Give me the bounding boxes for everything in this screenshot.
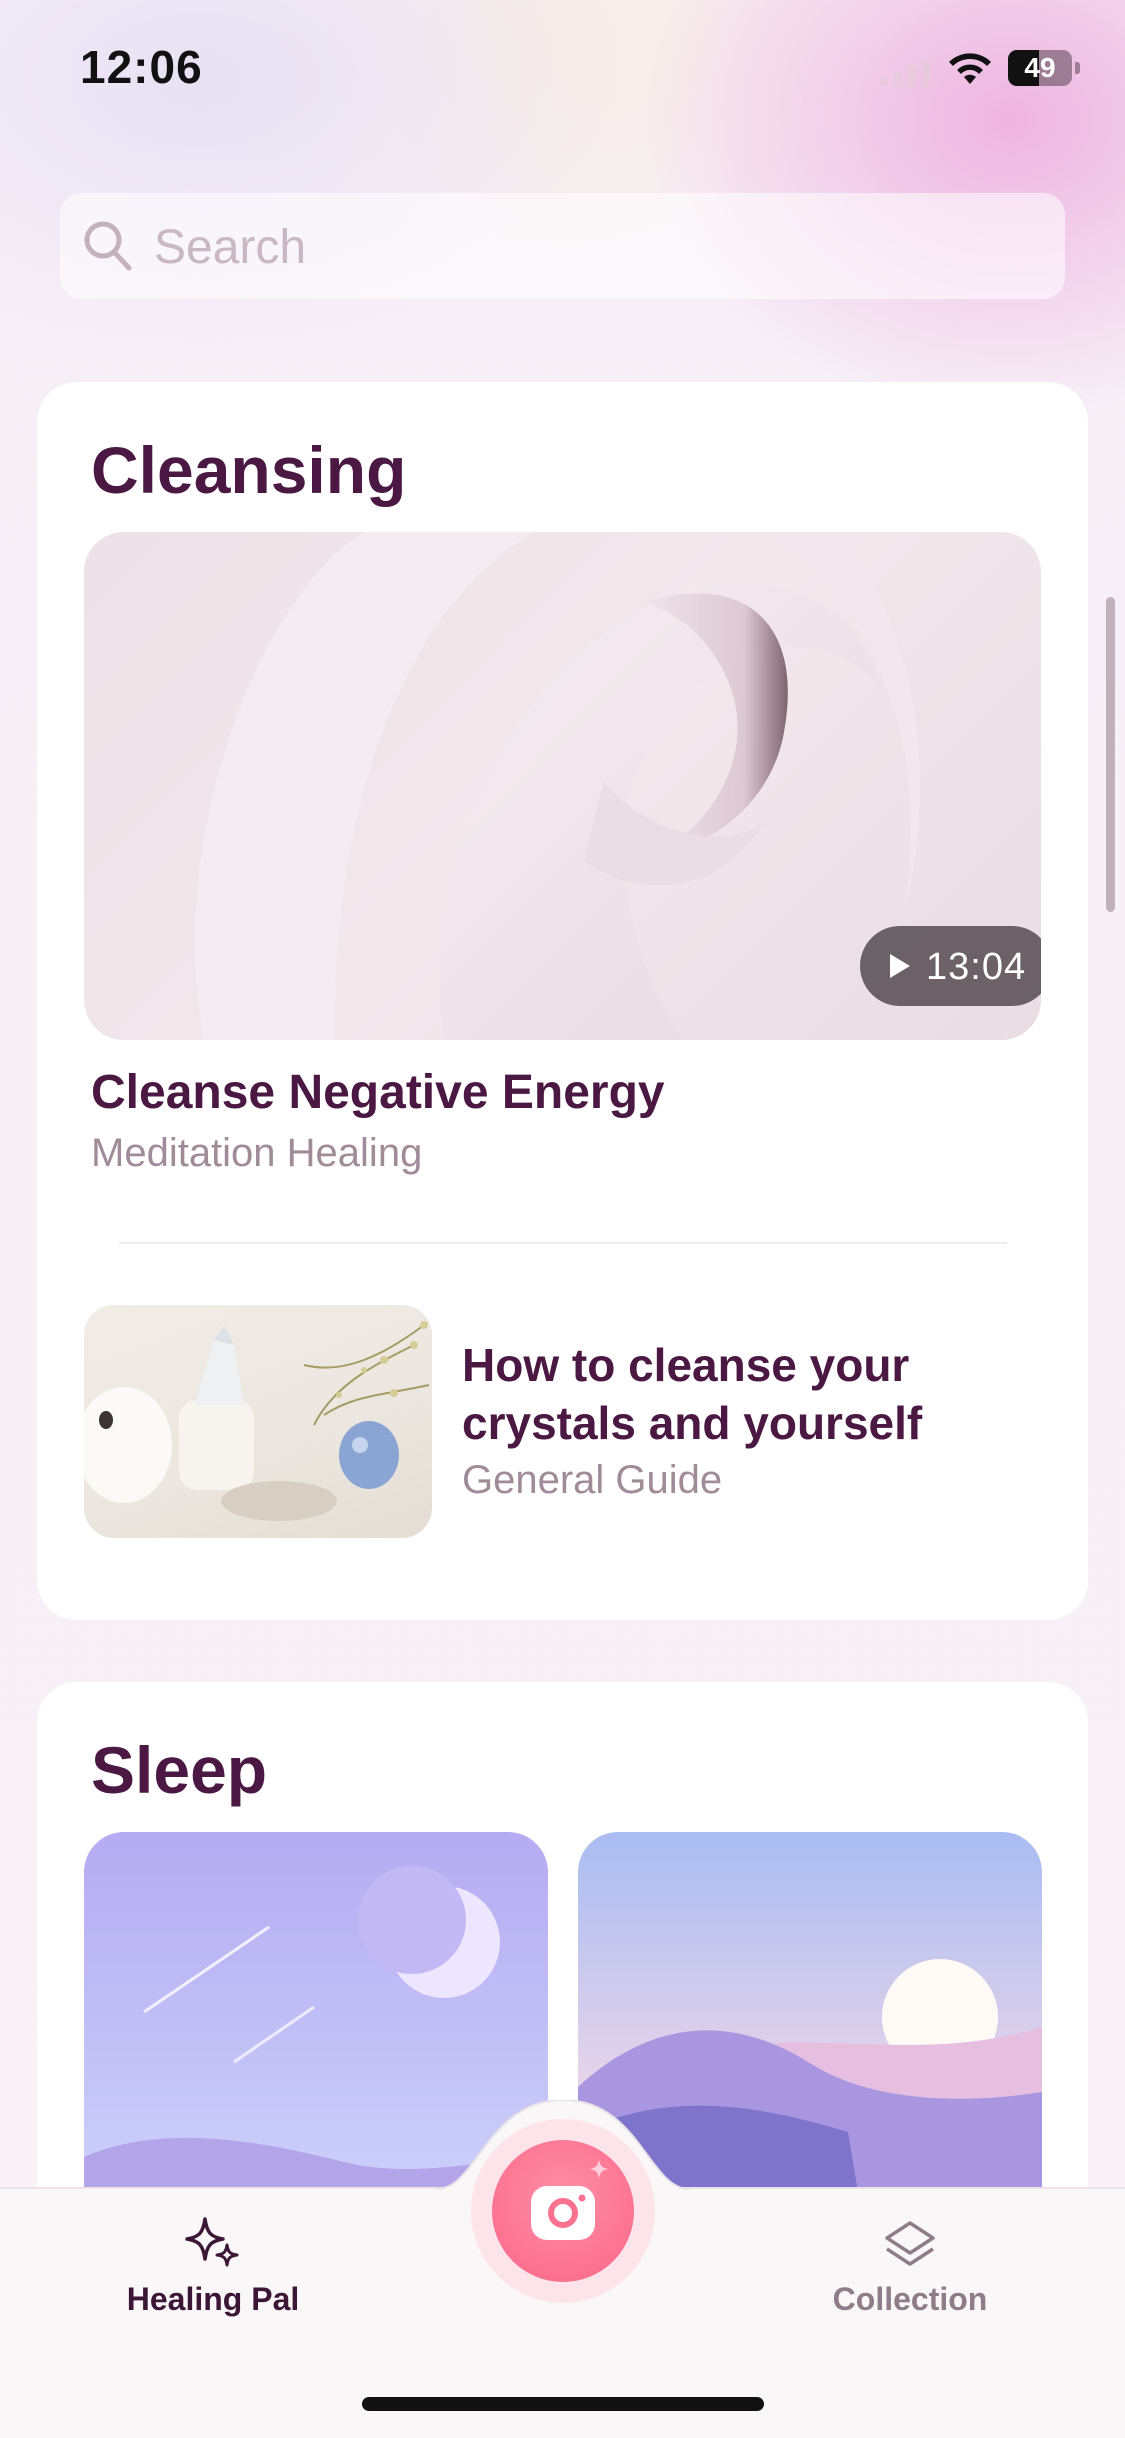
divider bbox=[119, 1242, 1007, 1244]
play-icon bbox=[890, 954, 910, 978]
featured-title[interactable]: Cleanse Negative Energy bbox=[91, 1065, 665, 1120]
guide-title-line-2: crystals and yourself bbox=[462, 1397, 923, 1449]
featured-subtitle: Meditation Healing bbox=[91, 1131, 423, 1175]
guide-thumbnail[interactable] bbox=[84, 1305, 432, 1538]
search-input[interactable] bbox=[152, 211, 1036, 283]
scrollbar[interactable] bbox=[1106, 597, 1115, 912]
battery-level: 49 bbox=[1024, 52, 1056, 83]
section-title: Sleep bbox=[91, 1733, 268, 1807]
guide-subtitle: General Guide bbox=[462, 1458, 723, 1502]
featured-thumbnail[interactable]: 13:04 bbox=[84, 532, 1041, 1040]
guide-title-line-1: How to cleanse your bbox=[462, 1339, 910, 1391]
status-time: 12:06 bbox=[80, 41, 203, 93]
cellular-signal-icon bbox=[880, 60, 930, 86]
tab-label-healing-pal: Healing Pal bbox=[126, 2281, 300, 2317]
layers-icon bbox=[885, 2221, 935, 2266]
search-icon bbox=[84, 221, 132, 271]
duration-badge: 13:04 bbox=[860, 926, 1041, 1006]
sparkles-icon bbox=[185, 2217, 239, 2267]
tab-collection[interactable]: Collection bbox=[790, 2189, 1030, 2339]
duration-text: 13:04 bbox=[926, 946, 1027, 988]
section-card-cleansing: Cleansing 13:04 Cleanse Negative Energy … bbox=[37, 382, 1088, 1620]
sparkle-decor-icon bbox=[589, 2159, 609, 2179]
battery-icon: 49 bbox=[1008, 50, 1080, 86]
search-bar[interactable] bbox=[60, 193, 1065, 299]
tab-label-collection: Collection bbox=[832, 2281, 988, 2317]
guide-title[interactable]: How to cleanse your crystals and yoursel… bbox=[462, 1336, 922, 1452]
home-indicator[interactable] bbox=[362, 2397, 764, 2411]
tab-healing-pal[interactable]: Healing Pal bbox=[95, 2189, 331, 2339]
wifi-icon bbox=[949, 53, 991, 84]
crystals-image bbox=[84, 1321, 430, 1521]
section-title: Cleansing bbox=[91, 433, 407, 507]
camera-icon bbox=[531, 2186, 595, 2240]
status-bar: 12:06 49 bbox=[0, 0, 1125, 135]
camera-button[interactable] bbox=[492, 2140, 634, 2282]
